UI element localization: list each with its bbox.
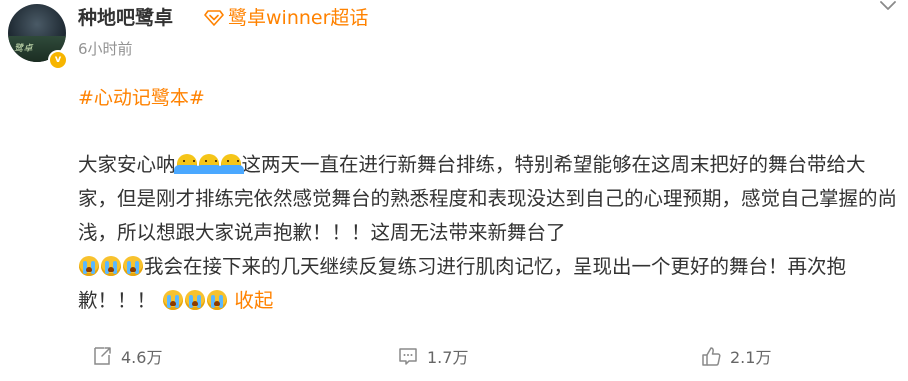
post-content: 大家安心呐 这两天一直在进行新舞台排练，特别希望能够在这周末把好的舞台带给大家，但… bbox=[78, 148, 898, 318]
crying-emoji-icon bbox=[101, 256, 121, 276]
collapse-link[interactable]: 收起 bbox=[234, 289, 273, 312]
like-button[interactable]: 2.1万 bbox=[700, 344, 771, 368]
supertopic-label: 鹭卓winner超话 bbox=[228, 7, 369, 29]
comment-icon bbox=[399, 348, 417, 365]
avatar-text: 鹭卓 bbox=[14, 44, 34, 54]
repost-count: 4.6万 bbox=[121, 348, 163, 367]
supertopic-link[interactable]: 鹭卓winner超话 bbox=[204, 3, 368, 30]
verified-badge: v bbox=[48, 50, 68, 70]
diamond-icon bbox=[204, 9, 224, 26]
like-count: 2.1万 bbox=[730, 348, 772, 367]
shrug-emoji-icon bbox=[173, 154, 200, 174]
content-text: 大家安心呐 bbox=[78, 153, 176, 176]
shrug-emoji-icon bbox=[217, 154, 244, 174]
crying-emoji-icon bbox=[185, 290, 206, 310]
hashtag-link[interactable]: #心动记鹭本# bbox=[78, 83, 205, 110]
comment-count: 1.7万 bbox=[427, 348, 469, 367]
thumbs-up-icon bbox=[702, 347, 721, 366]
chevron-down-icon[interactable] bbox=[878, 0, 898, 14]
crying-emoji-icon bbox=[123, 256, 143, 276]
repost-icon bbox=[94, 347, 111, 365]
crying-emoji-icon bbox=[79, 256, 99, 276]
crying-emoji-icon bbox=[163, 290, 184, 310]
username[interactable]: 种地吧鹭卓 bbox=[78, 3, 173, 30]
repost-button[interactable]: 4.6万 bbox=[91, 344, 162, 368]
crying-emoji-icon bbox=[207, 290, 228, 310]
comment-button[interactable]: 1.7万 bbox=[397, 344, 468, 368]
action-bar: 4.6万 1.7万 2.1万 bbox=[0, 340, 908, 370]
shrug-emoji-icon bbox=[195, 154, 222, 174]
timestamp[interactable]: 6小时前 bbox=[78, 38, 133, 59]
